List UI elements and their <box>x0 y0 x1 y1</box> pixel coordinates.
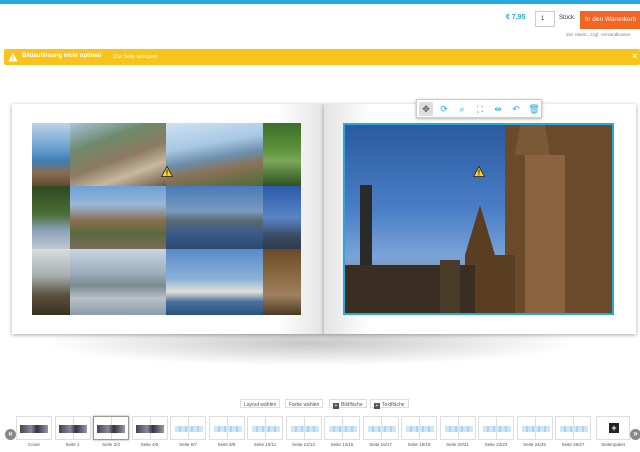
page-thumbnail-label: Cover <box>27 442 40 447</box>
warning-icon <box>8 52 18 62</box>
page-thumbnail-label: Seite 4/5 <box>140 442 159 447</box>
jump-to-page-link[interactable]: (Zur Seite springen) <box>113 54 157 60</box>
thumbnail-preview <box>20 425 48 433</box>
photo-palms[interactable] <box>263 123 301 186</box>
page-thumbnail-label: Seite 1 <box>65 442 80 447</box>
zoom-icon[interactable]: ⌕ <box>455 102 469 116</box>
vat-note: inkl. MwSt., zzgl. Versandkosten <box>566 32 631 37</box>
plus-icon: + <box>333 403 339 409</box>
page-thumbnail[interactable] <box>324 416 360 440</box>
photo-waterfront[interactable] <box>70 249 166 315</box>
page-thumbnail[interactable] <box>439 416 476 440</box>
thumbnail-preview <box>560 426 588 432</box>
photo-trees[interactable] <box>32 186 70 249</box>
image-area-label: Bildfläche <box>341 402 363 408</box>
thumbnail-preview <box>329 426 357 432</box>
thumbnail-preview <box>290 426 319 432</box>
photo-harbour-bridge[interactable] <box>166 186 263 249</box>
thumbnail-preview <box>367 426 396 432</box>
thumbnail-preview <box>406 426 434 432</box>
choose-color-button[interactable]: Farbe wählen <box>285 399 324 408</box>
low-resolution-warning-icon-right <box>473 166 485 177</box>
delete-icon[interactable]: 🗑 <box>527 102 541 116</box>
rotate-icon[interactable]: ⟳ <box>437 102 451 116</box>
text-area-label: Textfläche <box>382 402 405 408</box>
add-pages-label: Seitenpaket <box>601 442 625 447</box>
page-thumbnail-label: Seite 2/3 <box>102 442 120 447</box>
photo-pier[interactable] <box>32 249 70 315</box>
page-thumbnail[interactable] <box>478 416 514 440</box>
thumbnail-preview <box>213 426 242 432</box>
warning-text: Bildauflösung nicht optimal <box>22 53 101 59</box>
page-thumbnail[interactable] <box>93 416 129 440</box>
thumbnail-preview <box>444 426 473 432</box>
photo-city-street[interactable] <box>70 186 166 249</box>
choose-layout-button[interactable]: Layout wählen <box>240 399 281 408</box>
page-thumbnail[interactable] <box>285 416 322 440</box>
page-thumbnail-label: Seite 10/11 <box>253 442 277 447</box>
top-accent-bar <box>0 0 640 4</box>
low-resolution-warning-icon <box>161 166 173 177</box>
add-to-cart-button[interactable]: In den Warenkorb <box>580 11 640 29</box>
close-icon[interactable]: × <box>632 51 637 61</box>
photo-tower[interactable] <box>263 186 301 249</box>
move-icon[interactable]: ✥ <box>419 102 433 116</box>
page-thumbnail-label: Seite 14/15 <box>330 442 354 447</box>
photo-beach[interactable] <box>32 123 70 186</box>
quantity-input[interactable]: 1 <box>535 11 555 27</box>
thumbnail-preview <box>175 426 203 432</box>
page-thumbnail-label: Seite 18/19 <box>407 442 431 447</box>
page-thumbnail-strip: « » Cover Seite 1 Seite 2/3 Seite 4/5 Seite … <box>0 412 640 452</box>
thumbnail-preview <box>58 425 87 433</box>
page-thumbnail[interactable] <box>54 416 91 440</box>
page-thumbnail[interactable] <box>131 416 168 440</box>
page-thumbnail[interactable] <box>555 416 591 440</box>
flip-icon[interactable]: ⇹ <box>491 102 505 116</box>
photo-rocky-coast[interactable] <box>70 123 166 186</box>
fit-icon[interactable]: ⛶ <box>473 102 487 116</box>
page-thumbnail[interactable] <box>16 416 52 440</box>
page-thumbnail-label: Seite 26/27 <box>561 442 585 447</box>
page-thumbnail[interactable] <box>362 416 399 440</box>
page-thumbnail[interactable] <box>247 416 283 440</box>
page-thumbnail[interactable] <box>516 416 553 440</box>
plus-icon: + <box>374 403 380 409</box>
page-thumbnail-label: Seite 24/25 <box>523 442 546 447</box>
thumbnail-preview <box>97 425 125 433</box>
photo-tree-trunk[interactable] <box>263 249 301 315</box>
page-thumbnail[interactable] <box>401 416 437 440</box>
page-thumbnail-label: Seite 8/9 <box>217 442 236 447</box>
undo-icon[interactable]: ↶ <box>509 102 523 116</box>
page-thumbnail-label: Seite 12/13 <box>292 442 315 447</box>
photo-driftwood[interactable] <box>166 123 263 186</box>
town-hall-illustration <box>345 125 612 313</box>
add-pages-button[interactable]: + <box>596 416 630 440</box>
quantity-unit: Stück <box>559 15 575 21</box>
thumbnail-preview <box>135 425 164 433</box>
add-icon: + <box>609 423 619 433</box>
page-thumbnail[interactable] <box>208 416 245 440</box>
add-text-area-button[interactable]: + Textfläche <box>370 399 409 409</box>
prev-pages-icon[interactable]: « <box>5 429 16 440</box>
page-thumbnail[interactable] <box>170 416 206 440</box>
page-thumbnail-label: Seite 16/17 <box>369 442 392 447</box>
selected-photo-town-hall[interactable] <box>343 123 614 315</box>
photo-opera-house[interactable] <box>166 249 263 315</box>
photo-toolbar: ✥ ⟳ ⌕ ⛶ ⇹ ↶ 🗑 <box>416 99 542 118</box>
thumbnail-preview <box>521 426 550 432</box>
resolution-warning-bar: Bildauflösung nicht optimal (Zur Seite s… <box>4 49 640 65</box>
page-thumbnail-label: Seite 22/23 <box>484 442 508 447</box>
page-thumbnail-label: Seite 6/7 <box>179 442 197 447</box>
thumbnail-preview <box>252 426 280 432</box>
next-pages-icon[interactable]: » <box>630 429 640 440</box>
price: € 7,95 <box>506 14 526 21</box>
thumbnail-preview <box>483 426 511 432</box>
page-thumbnail-label: Seite 20/21 <box>446 442 469 447</box>
add-image-area-button[interactable]: + Bildfläche <box>329 399 367 409</box>
